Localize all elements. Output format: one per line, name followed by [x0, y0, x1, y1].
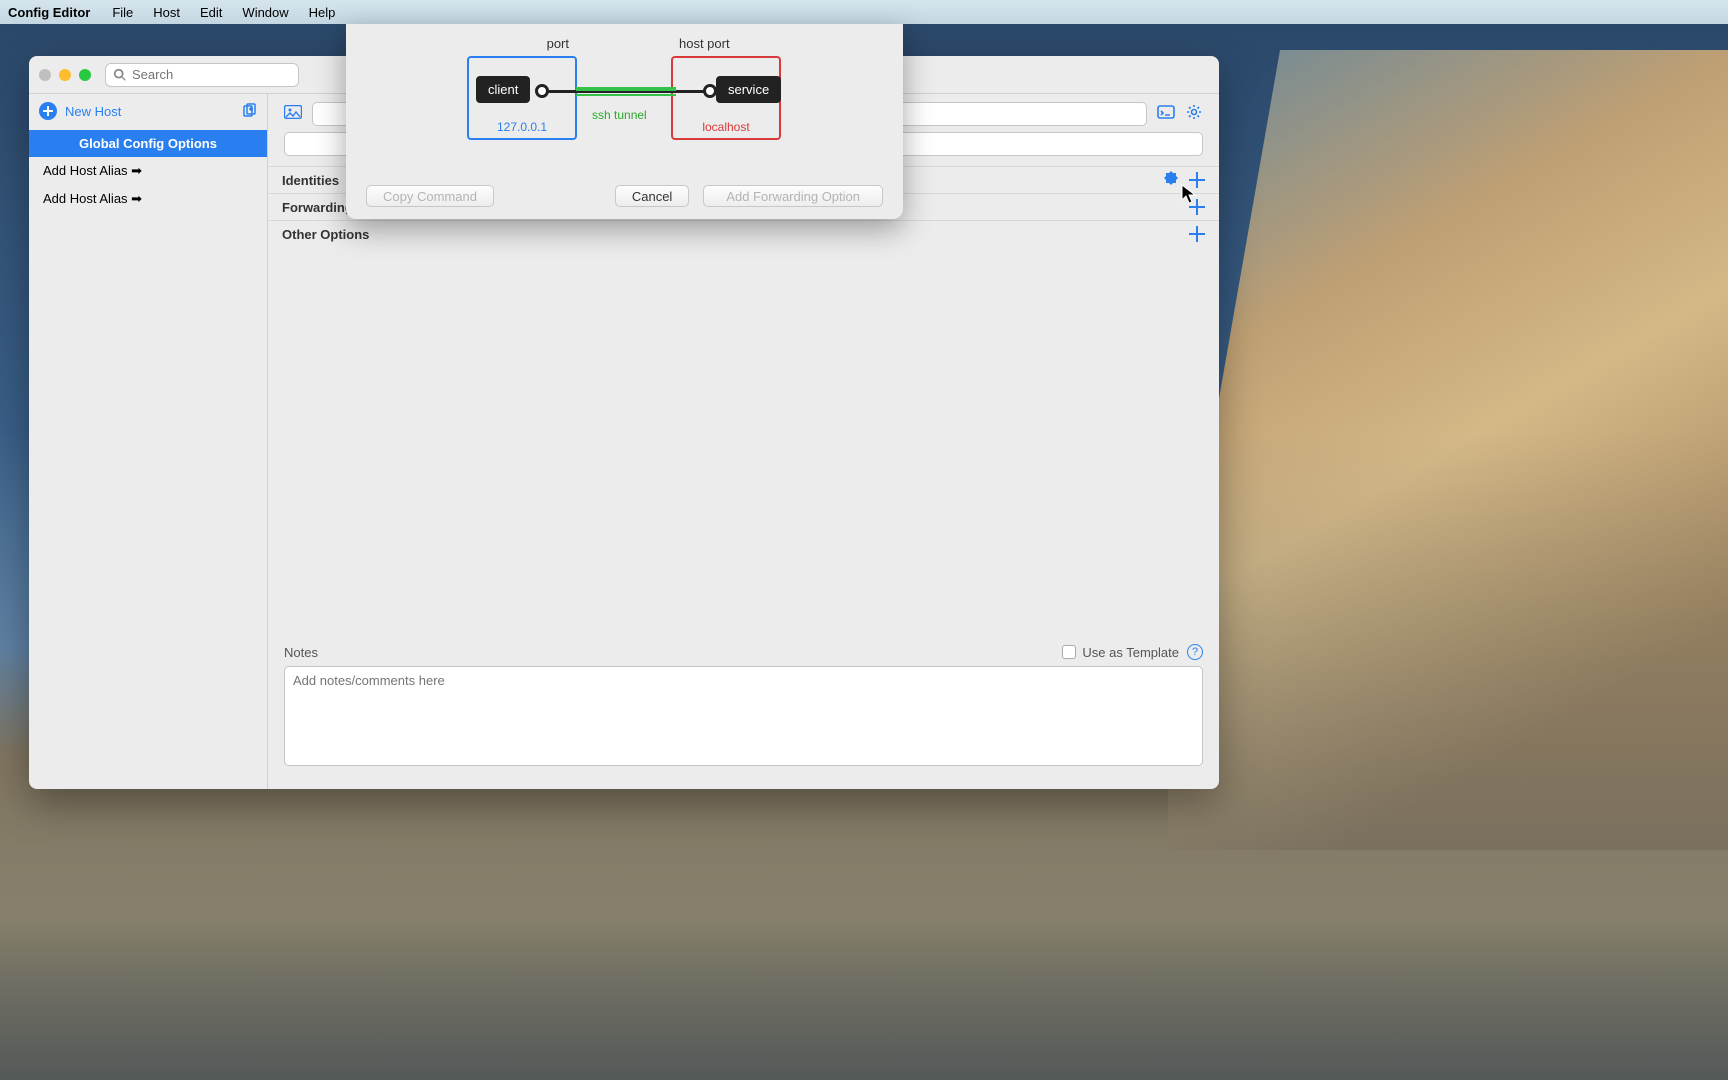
search-input[interactable] — [105, 63, 299, 87]
sidebar-item-label: Add Host Alias ➡ — [43, 163, 142, 178]
search-icon — [113, 68, 127, 82]
menu-window[interactable]: Window — [232, 5, 298, 20]
menu-edit[interactable]: Edit — [190, 5, 232, 20]
tunnel-connector — [541, 82, 711, 102]
gear-icon[interactable] — [1185, 103, 1203, 126]
sidebar-item-label: Add Host Alias ➡ — [43, 191, 142, 206]
sidebar-item-add-alias-2[interactable]: Add Host Alias ➡ — [29, 185, 267, 213]
client-node: client — [476, 76, 530, 103]
host-ip: localhost — [673, 120, 779, 134]
modal-buttons: Copy Command Cancel Add Forwarding Optio… — [346, 185, 903, 207]
cancel-button[interactable]: Cancel — [615, 185, 689, 207]
client-port-label: port — [547, 36, 569, 51]
menu-file[interactable]: File — [102, 5, 143, 20]
app-title: Config Editor — [8, 5, 90, 20]
traffic-lights — [39, 69, 91, 81]
sidebar: New Host Global Config Options Add Host … — [29, 94, 268, 789]
tunnel-label: ssh tunnel — [592, 108, 647, 122]
service-node: service — [716, 76, 781, 103]
client-ip: 127.0.0.1 — [469, 120, 575, 134]
template-label: Use as Template — [1082, 645, 1179, 660]
badge-icon[interactable] — [1163, 170, 1179, 191]
connector-dot-icon — [535, 84, 549, 98]
menubar: Config Editor File Host Edit Window Help — [0, 0, 1728, 24]
sidebar-item-add-alias-1[interactable]: Add Host Alias ➡ — [29, 157, 267, 185]
sidebar-item-label: Global Config Options — [79, 136, 217, 151]
template-checkbox[interactable] — [1062, 645, 1076, 659]
cursor-icon — [1181, 184, 1197, 204]
host-port-label: host port — [679, 36, 730, 51]
search-wrap — [105, 63, 299, 87]
notes-textarea[interactable] — [284, 666, 1203, 766]
sidebar-item-global[interactable]: Global Config Options — [29, 130, 267, 157]
notes-area: Notes Use as Template ? — [284, 644, 1203, 771]
duplicate-icon[interactable] — [241, 103, 257, 119]
close-icon[interactable] — [39, 69, 51, 81]
image-icon[interactable] — [284, 105, 302, 124]
tunnel-diagram: port 127.0.0.1 host port localhost clien… — [346, 24, 903, 185]
connector-dot-icon — [703, 84, 717, 98]
section-other: Other Options — [268, 220, 1219, 247]
menu-help[interactable]: Help — [299, 5, 346, 20]
plus-icon[interactable] — [1189, 226, 1205, 242]
sidebar-header: New Host — [29, 94, 267, 130]
copy-command-button[interactable]: Copy Command — [366, 185, 494, 207]
forwarding-modal: port 127.0.0.1 host port localhost clien… — [346, 24, 903, 219]
terminal-icon[interactable] — [1157, 103, 1175, 126]
menu-host[interactable]: Host — [143, 5, 190, 20]
new-host-button[interactable]: New Host — [65, 104, 233, 119]
help-icon[interactable]: ? — [1187, 644, 1203, 660]
notes-label: Notes — [284, 645, 1062, 660]
plus-circle-icon[interactable] — [39, 102, 57, 120]
maximize-icon[interactable] — [79, 69, 91, 81]
section-label: Other Options — [282, 227, 1179, 242]
add-forwarding-button[interactable]: Add Forwarding Option — [703, 185, 883, 207]
minimize-icon[interactable] — [59, 69, 71, 81]
